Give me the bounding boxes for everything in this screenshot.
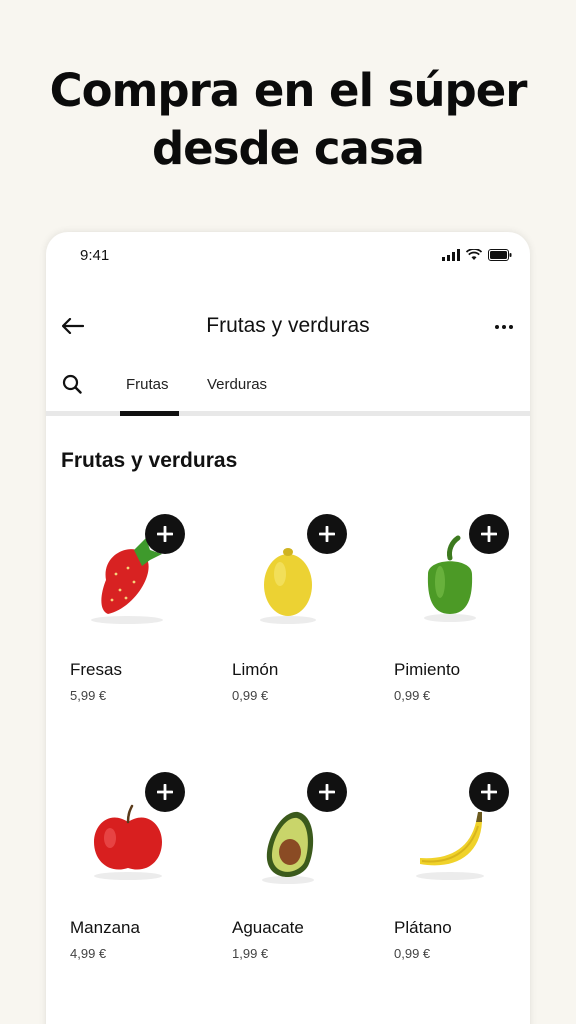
tab-verduras[interactable]: Verduras — [207, 376, 267, 393]
product-card[interactable]: Manzana 4,99 € — [46, 760, 208, 980]
plus-icon — [319, 526, 335, 542]
product-name: Limón — [232, 660, 279, 679]
tab-frutas[interactable]: Frutas — [126, 376, 169, 393]
strawberry-icon — [91, 538, 163, 624]
headline: Compra en el súper desde casa — [0, 62, 576, 178]
tab-bar: Frutas Verduras — [46, 370, 530, 416]
lemon-icon — [260, 548, 316, 624]
add-button[interactable] — [307, 514, 347, 554]
add-button[interactable] — [145, 772, 185, 812]
product-name: Manzana — [70, 918, 140, 937]
plus-icon — [157, 784, 173, 800]
product-card[interactable]: Pimiento 0,99 € — [370, 502, 530, 722]
plus-icon — [319, 784, 335, 800]
status-time: 9:41 — [80, 247, 110, 264]
wifi-icon — [466, 249, 482, 260]
nav-bar: Frutas y verduras — [46, 282, 530, 370]
product-price: 0,99 € — [232, 688, 269, 703]
product-card[interactable]: Aguacate 1,99 € — [208, 760, 370, 980]
product-card[interactable]: Plátano 0,99 € — [370, 760, 530, 980]
product-name: Pimiento — [394, 660, 461, 679]
headline-line-2: desde casa — [151, 122, 425, 175]
more-options-icon[interactable] — [494, 324, 514, 330]
add-button[interactable] — [307, 772, 347, 812]
battery-icon — [488, 249, 512, 261]
section-title: Frutas y verduras — [61, 449, 238, 472]
add-button[interactable] — [145, 514, 185, 554]
search-icon[interactable] — [62, 374, 82, 394]
product-price: 4,99 € — [70, 946, 107, 961]
product-price: 0,99 € — [394, 946, 431, 961]
add-button[interactable] — [469, 772, 509, 812]
avocado-icon — [262, 811, 314, 884]
apple-icon — [94, 804, 162, 880]
status-bar: 9:41 — [46, 232, 530, 282]
headline-line-1: Compra en el súper — [49, 64, 528, 117]
product-price: 0,99 € — [394, 688, 431, 703]
product-card[interactable]: Fresas 5,99 € — [46, 502, 208, 722]
product-price: 1,99 € — [232, 946, 269, 961]
plus-icon — [157, 526, 173, 542]
tab-selected-indicator — [120, 411, 179, 416]
product-card[interactable]: Limón 0,99 € — [208, 502, 370, 722]
product-price: 5,99 € — [70, 688, 107, 703]
product-name: Fresas — [70, 660, 122, 679]
phone-frame: 9:41 Frutas y verduras Frutas Verduras F… — [46, 232, 530, 1024]
product-name: Plátano — [394, 918, 452, 937]
plus-icon — [481, 526, 497, 542]
plus-icon — [481, 784, 497, 800]
add-button[interactable] — [469, 514, 509, 554]
signal-icon — [442, 249, 460, 261]
product-name: Aguacate — [232, 918, 304, 937]
status-icons — [442, 249, 512, 261]
page-title: Frutas y verduras — [206, 314, 370, 337]
